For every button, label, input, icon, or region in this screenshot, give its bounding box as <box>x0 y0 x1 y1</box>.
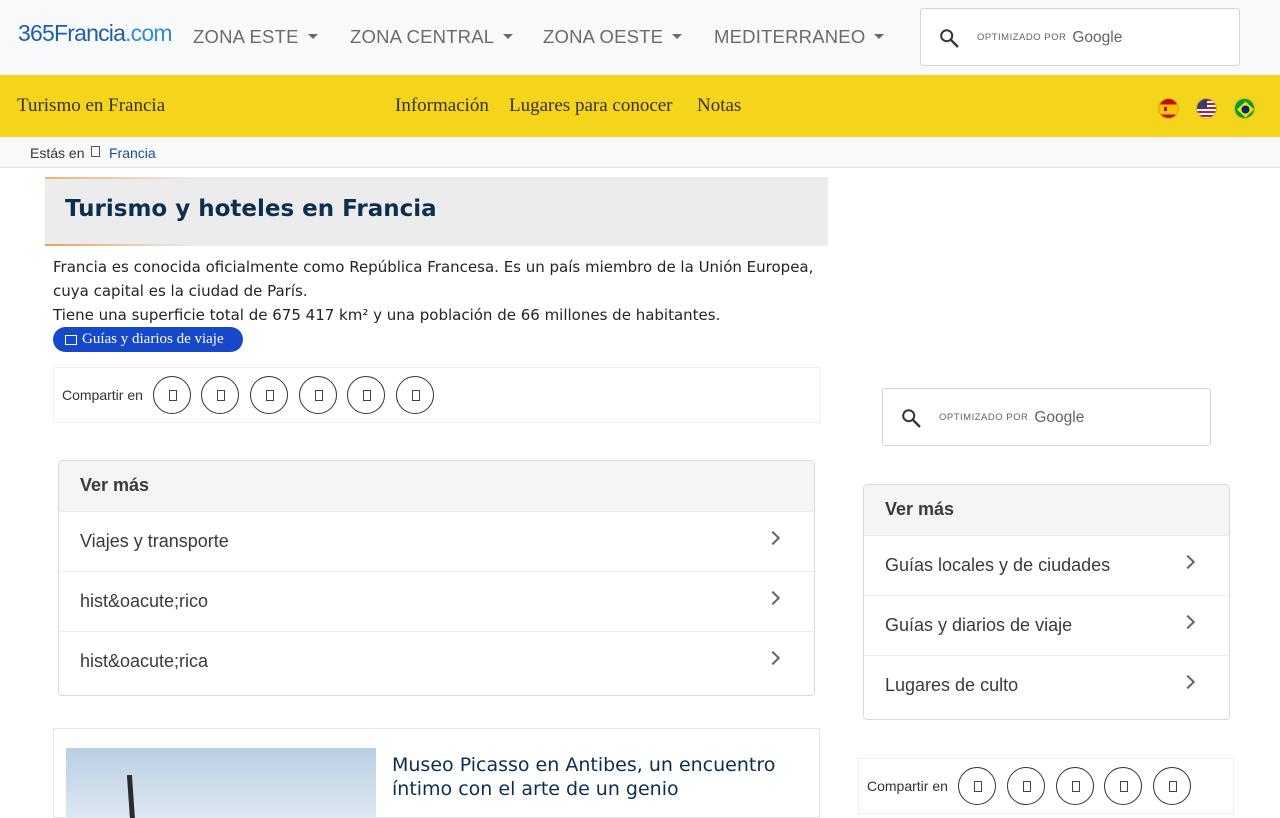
top-navbar: 365Francia.com ZONA ESTE ZONA CENTRAL ZO… <box>0 0 1280 75</box>
email-icon[interactable] <box>396 376 434 414</box>
nav-mediterraneo[interactable]: MEDITERRANEO <box>714 26 885 48</box>
chevron-right-icon <box>1180 674 1196 690</box>
search-powered-by: OPTIMIZADO POR Google <box>939 409 1085 426</box>
card-header: Ver más <box>59 461 814 511</box>
home-icon <box>91 146 100 157</box>
share-label: Compartir en <box>867 778 948 794</box>
whatsapp-icon[interactable] <box>1104 767 1142 805</box>
logo-tld: .com <box>125 20 172 46</box>
flag-usa-icon[interactable] <box>1196 98 1217 119</box>
google-brand: Google <box>1072 29 1123 46</box>
article-paragraph-1: Francia es conocida oficialmente como Re… <box>53 258 814 300</box>
link-informacion[interactable]: Información <box>395 95 489 117</box>
link-notas[interactable]: Notas <box>697 95 741 117</box>
newspaper-icon <box>65 335 77 345</box>
chevron-down-icon <box>307 34 318 39</box>
list-item-guias-diarios[interactable]: Guías y diarios de viaje <box>864 595 1229 655</box>
chevron-down-icon <box>874 34 885 39</box>
facebook-icon[interactable] <box>958 767 996 805</box>
breadcrumb-label: Estás en <box>30 145 85 161</box>
statue-shape <box>126 774 137 818</box>
chevron-right-icon <box>765 650 781 666</box>
nav-label: MEDITERRANEO <box>714 26 866 47</box>
logo-main: 365Francia <box>18 20 126 46</box>
chevron-down-icon <box>503 34 514 39</box>
pinterest-icon[interactable] <box>1056 767 1094 805</box>
list-item-label: hist&oacute;rica <box>80 651 209 671</box>
chevron-right-icon <box>1180 614 1196 630</box>
google-brand: Google <box>1034 409 1085 426</box>
list-item-label: hist&oacute;rico <box>80 591 209 611</box>
chevron-right-icon <box>1180 554 1196 570</box>
card-title: Ver más <box>885 499 955 519</box>
telegram-icon[interactable] <box>347 376 385 414</box>
share-label: Compartir en <box>62 387 143 403</box>
nav-label: ZONA OESTE <box>543 26 664 47</box>
facebook-icon[interactable] <box>153 376 191 414</box>
museum-photo[interactable] <box>66 748 376 818</box>
nav-label: ZONA ESTE <box>193 26 299 47</box>
search-icon <box>940 29 959 48</box>
tag-label: Guías y diarios de viaje <box>82 331 224 347</box>
section-bar: Turismo en Francia Información Lugares p… <box>0 75 1280 137</box>
more-card-main: Ver más Viajes y transporte hist&oacute;… <box>58 460 815 696</box>
sidebar-share-bar: Compartir en <box>858 758 1234 814</box>
pinterest-icon[interactable] <box>250 376 288 414</box>
tag-guias-button[interactable]: Guías y diarios de viaje <box>53 327 243 352</box>
list-item-guias-locales[interactable]: Guías locales y de ciudades <box>864 535 1229 595</box>
teaser-title[interactable]: Museo Picasso en Antibes, un encuentro í… <box>392 753 817 801</box>
flag-spain-icon[interactable] <box>1158 98 1179 119</box>
list-item-historico[interactable]: hist&oacute;rico <box>59 571 814 631</box>
share-bar: Compartir en <box>53 367 820 423</box>
chevron-down-icon <box>672 34 683 39</box>
nav-zona-oeste[interactable]: ZONA OESTE <box>543 26 683 48</box>
list-item-viajes[interactable]: Viajes y transporte <box>59 511 814 571</box>
search-powered-by: OPTIMIZADO POR Google <box>977 29 1123 46</box>
whatsapp-icon[interactable] <box>299 376 337 414</box>
chevron-right-icon <box>765 590 781 606</box>
search-input[interactable]: OPTIMIZADO POR Google <box>920 8 1240 66</box>
list-item-label: Guías y diarios de viaje <box>885 615 1073 635</box>
nav-label: ZONA CENTRAL <box>350 26 495 47</box>
card-title: Ver más <box>80 475 150 495</box>
twitter-icon[interactable] <box>1007 767 1045 805</box>
article-teaser[interactable]: Museo Picasso en Antibes, un encuentro í… <box>53 728 820 818</box>
list-item-label: Lugares de culto <box>885 675 1019 695</box>
page-title: Turismo y hoteles en Francia <box>65 196 437 222</box>
site-logo[interactable]: 365Francia.com <box>18 20 173 47</box>
nav-zona-central[interactable]: ZONA CENTRAL <box>350 26 514 48</box>
more-card-sidebar: Ver más Guías locales y de ciudades Guía… <box>863 484 1230 720</box>
chevron-right-icon <box>765 530 781 546</box>
list-item-historica[interactable]: hist&oacute;rica <box>59 631 814 691</box>
flag-brazil-icon[interactable] <box>1234 98 1255 119</box>
list-item-lugares-culto[interactable]: Lugares de culto <box>864 655 1229 715</box>
twitter-icon[interactable] <box>201 376 239 414</box>
list-item-label: Viajes y transporte <box>80 531 229 551</box>
article-header: Turismo y hoteles en Francia <box>45 177 828 246</box>
search-icon <box>902 409 921 428</box>
list-item-label: Guías locales y de ciudades <box>885 555 1111 575</box>
article-paragraph-2: Tiene una superficie total de 675 417 km… <box>53 306 721 324</box>
telegram-icon[interactable] <box>1153 767 1191 805</box>
nav-zona-este[interactable]: ZONA ESTE <box>193 26 318 48</box>
section-title[interactable]: Turismo en Francia <box>17 95 165 117</box>
breadcrumb-francia[interactable]: Francia <box>109 145 156 161</box>
sidebar-search-input[interactable]: OPTIMIZADO POR Google <box>882 388 1211 446</box>
breadcrumb: Estás en Francia <box>0 137 1280 168</box>
link-lugares[interactable]: Lugares para conocer <box>509 95 673 117</box>
card-header: Ver más <box>864 485 1229 535</box>
